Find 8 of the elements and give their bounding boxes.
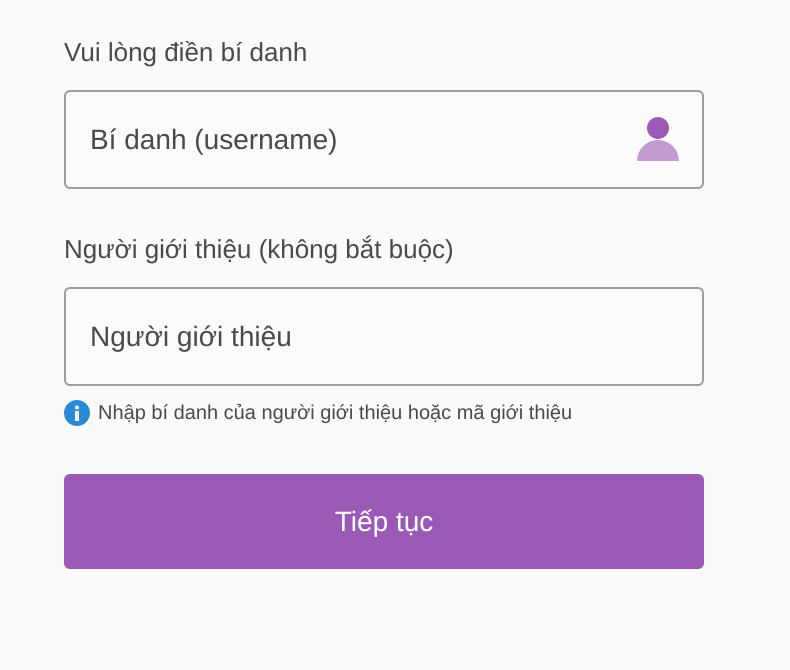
continue-button[interactable]: Tiếp tục (64, 474, 704, 569)
field-label: Người giới thiệu (không bắt buộc) (64, 233, 455, 266)
info-icon (64, 400, 90, 426)
field-label: Vui lòng điền bí danh (64, 36, 308, 69)
text-field[interactable]: Bí danh (username) (64, 90, 704, 189)
user-icon (636, 117, 680, 161)
text-field[interactable]: Người giới thiệu (64, 287, 704, 386)
hint-text: Nhập bí danh của người giới thiệu hoặc mã giới thiệu (98, 401, 572, 426)
